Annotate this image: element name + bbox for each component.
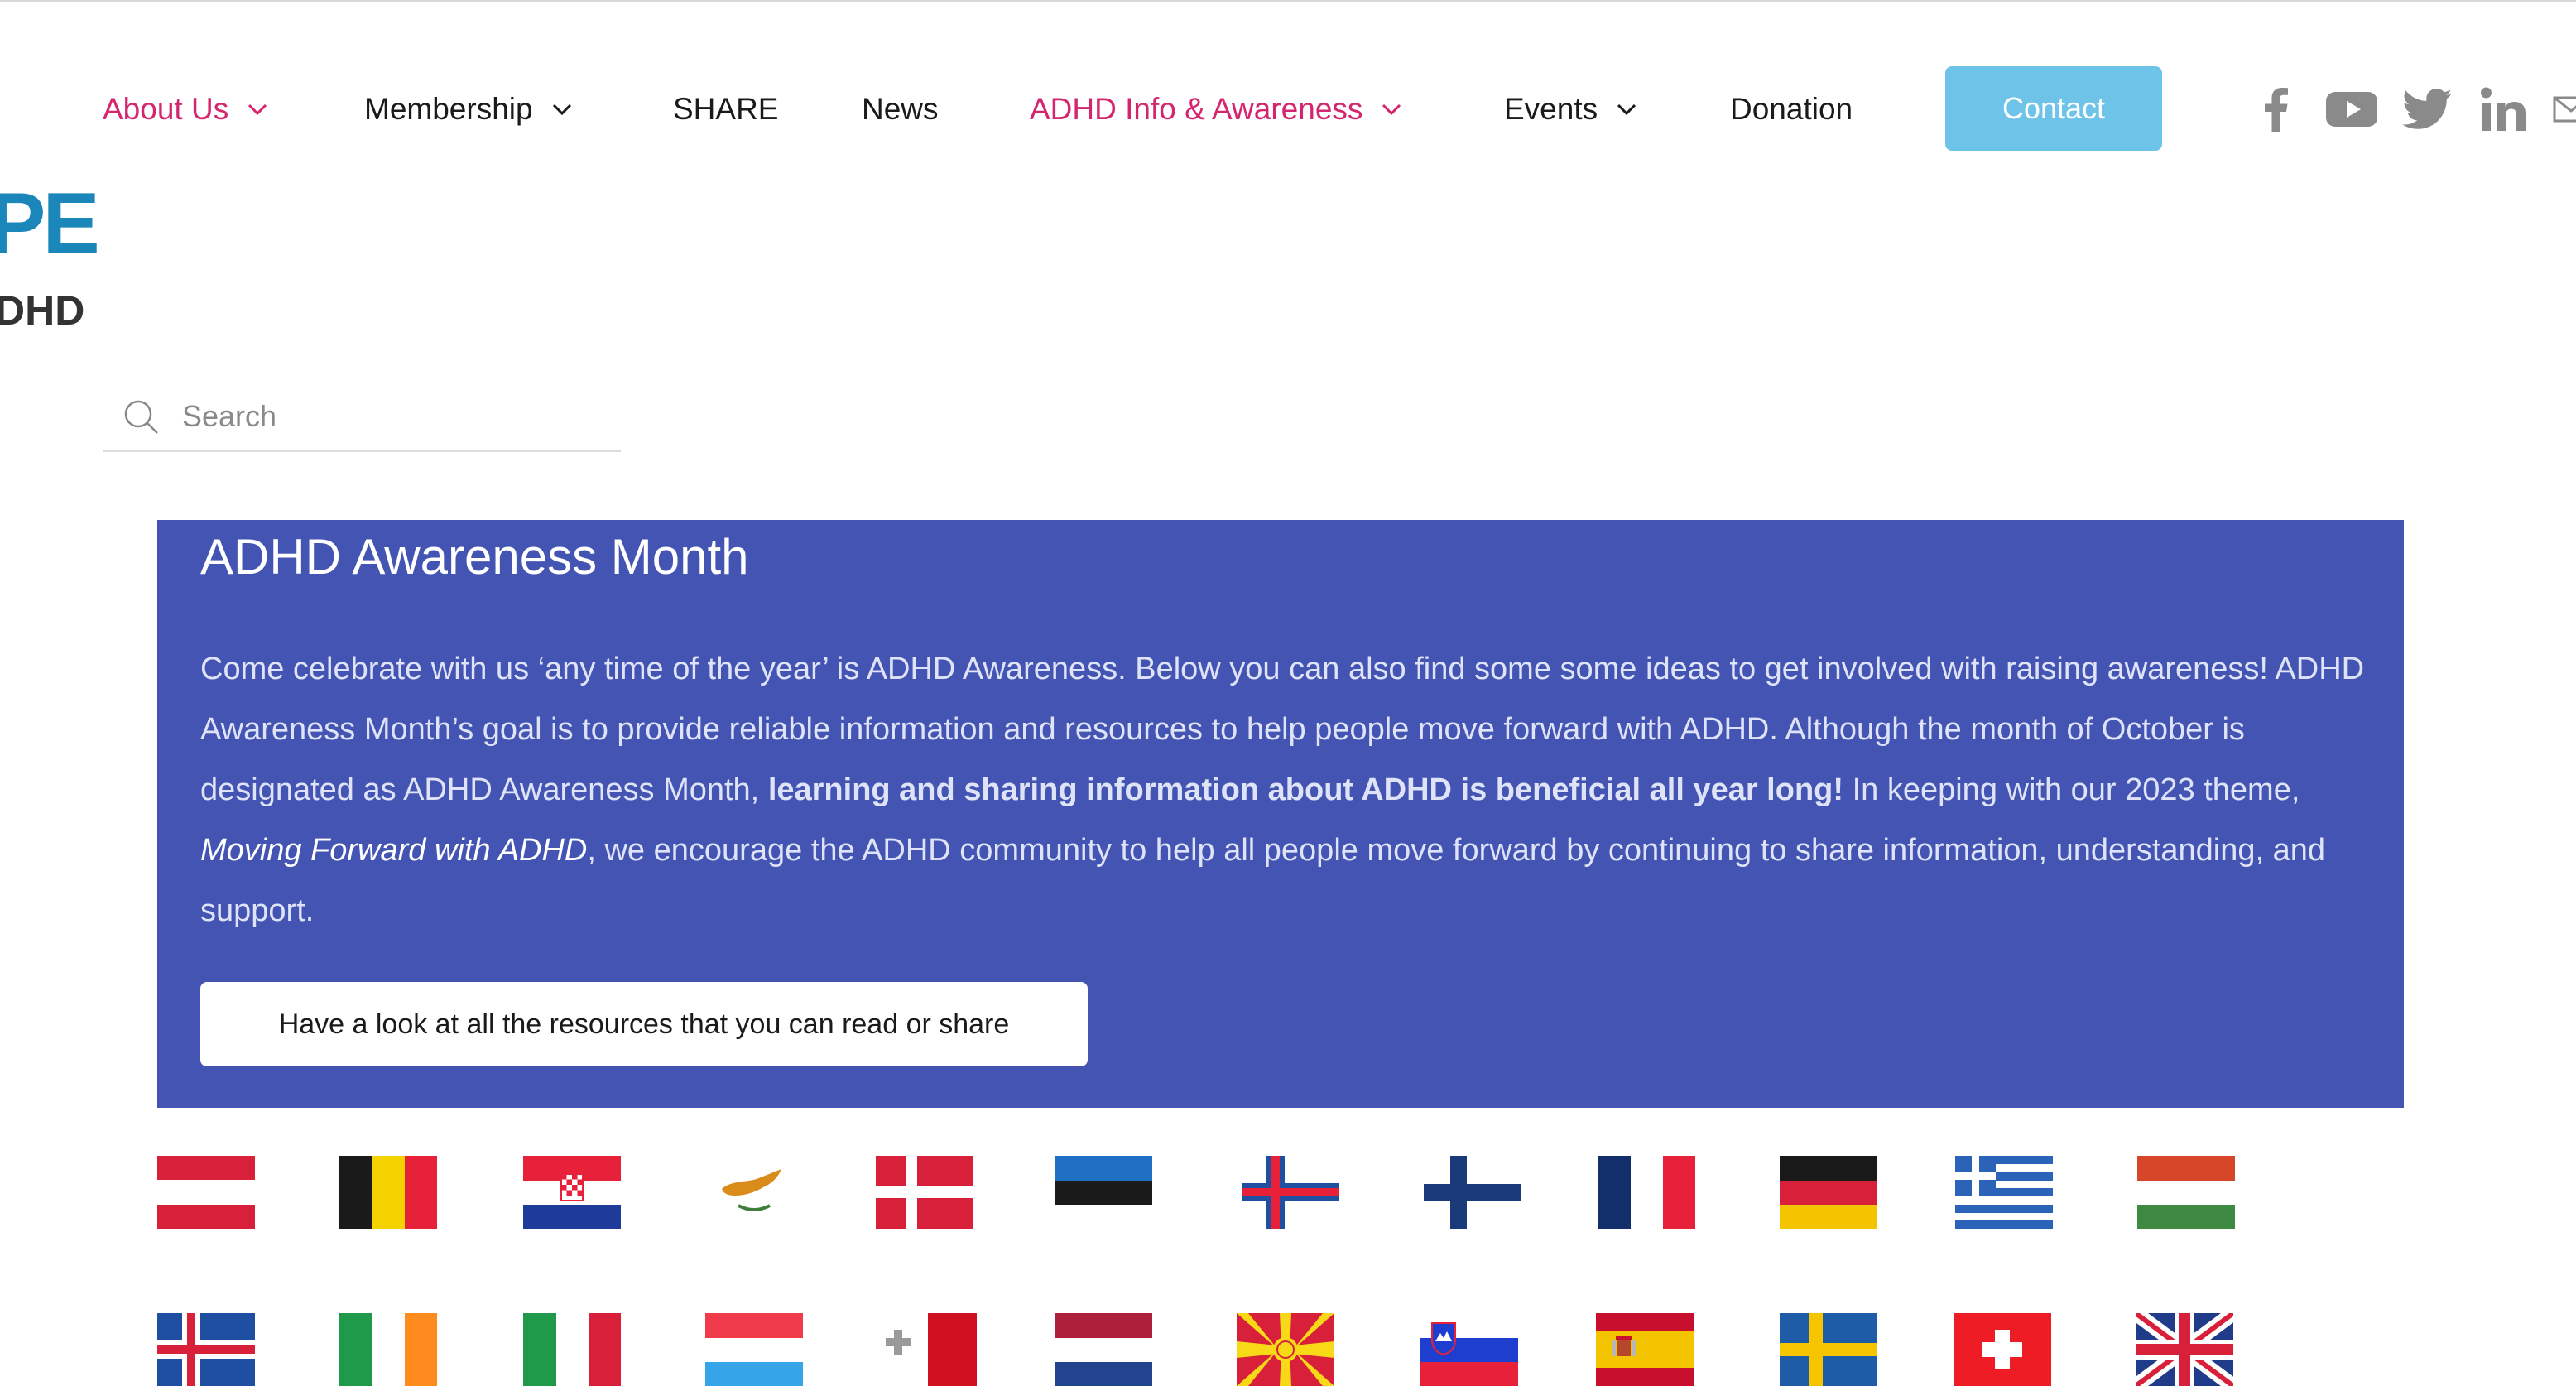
flag-north-macedonia[interactable] [1237,1313,1334,1386]
nav-news-label: News [862,92,939,126]
flag-germany[interactable] [1780,1156,1877,1229]
flag-ireland[interactable] [339,1313,437,1386]
flag-croatia[interactable] [523,1156,621,1229]
chevron-down-icon [551,103,573,116]
flag-belgium[interactable] [339,1156,437,1229]
nav-about-us-label: About Us [103,92,229,126]
flag-cyprus[interactable] [705,1156,803,1229]
linkedin-icon[interactable] [2480,86,2528,132]
flag-luxembourg[interactable] [705,1313,803,1386]
contact-button[interactable]: Contact [1945,66,2162,151]
flag-france[interactable] [1598,1156,1695,1229]
youtube-icon[interactable] [2326,86,2377,132]
flag-finland[interactable] [1424,1156,1521,1229]
nav-donation[interactable]: Donation [1730,88,1853,131]
flag-united-kingdom[interactable] [2136,1313,2233,1386]
flag-malta[interactable] [879,1313,977,1386]
nav-donation-label: Donation [1730,92,1853,126]
flag-spain[interactable] [1596,1313,1694,1386]
nav-events[interactable]: Events [1504,88,1637,131]
site-logo-mark[interactable]: PE [0,180,100,267]
site-logo-subtitle: DHD [0,287,85,334]
flag-sweden[interactable] [1780,1313,1877,1386]
nav-share-label: SHARE [673,92,779,126]
email-icon[interactable] [2553,86,2576,132]
top-border [0,0,2576,2]
chevron-down-icon [1381,103,1402,116]
search-icon [123,398,159,435]
banner-title: ADHD Awareness Month [200,529,749,585]
banner-text: Come celebrate with us ‘any time of the … [200,639,2369,941]
chevron-down-icon [1616,103,1637,116]
nav-events-label: Events [1504,92,1598,126]
flag-switzerland[interactable] [1954,1313,2051,1386]
flag-greece[interactable] [1955,1156,2053,1229]
nav-membership[interactable]: Membership [364,88,573,131]
flag-estonia[interactable] [1055,1156,1152,1229]
flag-denmark[interactable] [876,1156,973,1229]
nav-share[interactable]: SHARE [673,88,778,131]
flag-slovenia[interactable] [1420,1313,1518,1386]
flag-austria[interactable] [157,1156,255,1229]
flag-hungary[interactable] [2137,1156,2235,1229]
flag-iceland[interactable] [157,1313,255,1386]
awareness-banner: ADHD Awareness Month Come celebrate with… [157,520,2404,1108]
nav-adhd-info-label: ADHD Info & Awareness [1030,92,1363,126]
banner-text-bold: learning and sharing information about A… [767,773,1844,807]
nav-about-us[interactable]: About Us [103,88,268,131]
chevron-down-icon [247,103,268,116]
banner-text-part-2: In keeping with our 2023 theme, [1843,773,2300,807]
flag-italy[interactable] [523,1313,621,1386]
flag-faroe-islands[interactable] [1242,1156,1339,1229]
search-bar[interactable] [103,383,621,452]
search-input[interactable] [180,398,598,435]
twitter-icon[interactable] [2402,86,2452,132]
banner-text-theme: Moving Forward with ADHD [200,833,588,868]
nav-adhd-info-awareness[interactable]: ADHD Info & Awareness [1030,88,1402,131]
nav-membership-label: Membership [364,92,533,126]
flag-netherlands[interactable] [1055,1313,1152,1386]
nav-news[interactable]: News [862,88,939,131]
facebook-icon[interactable] [2258,86,2291,132]
resources-button[interactable]: Have a look at all the resources that yo… [200,982,1088,1066]
